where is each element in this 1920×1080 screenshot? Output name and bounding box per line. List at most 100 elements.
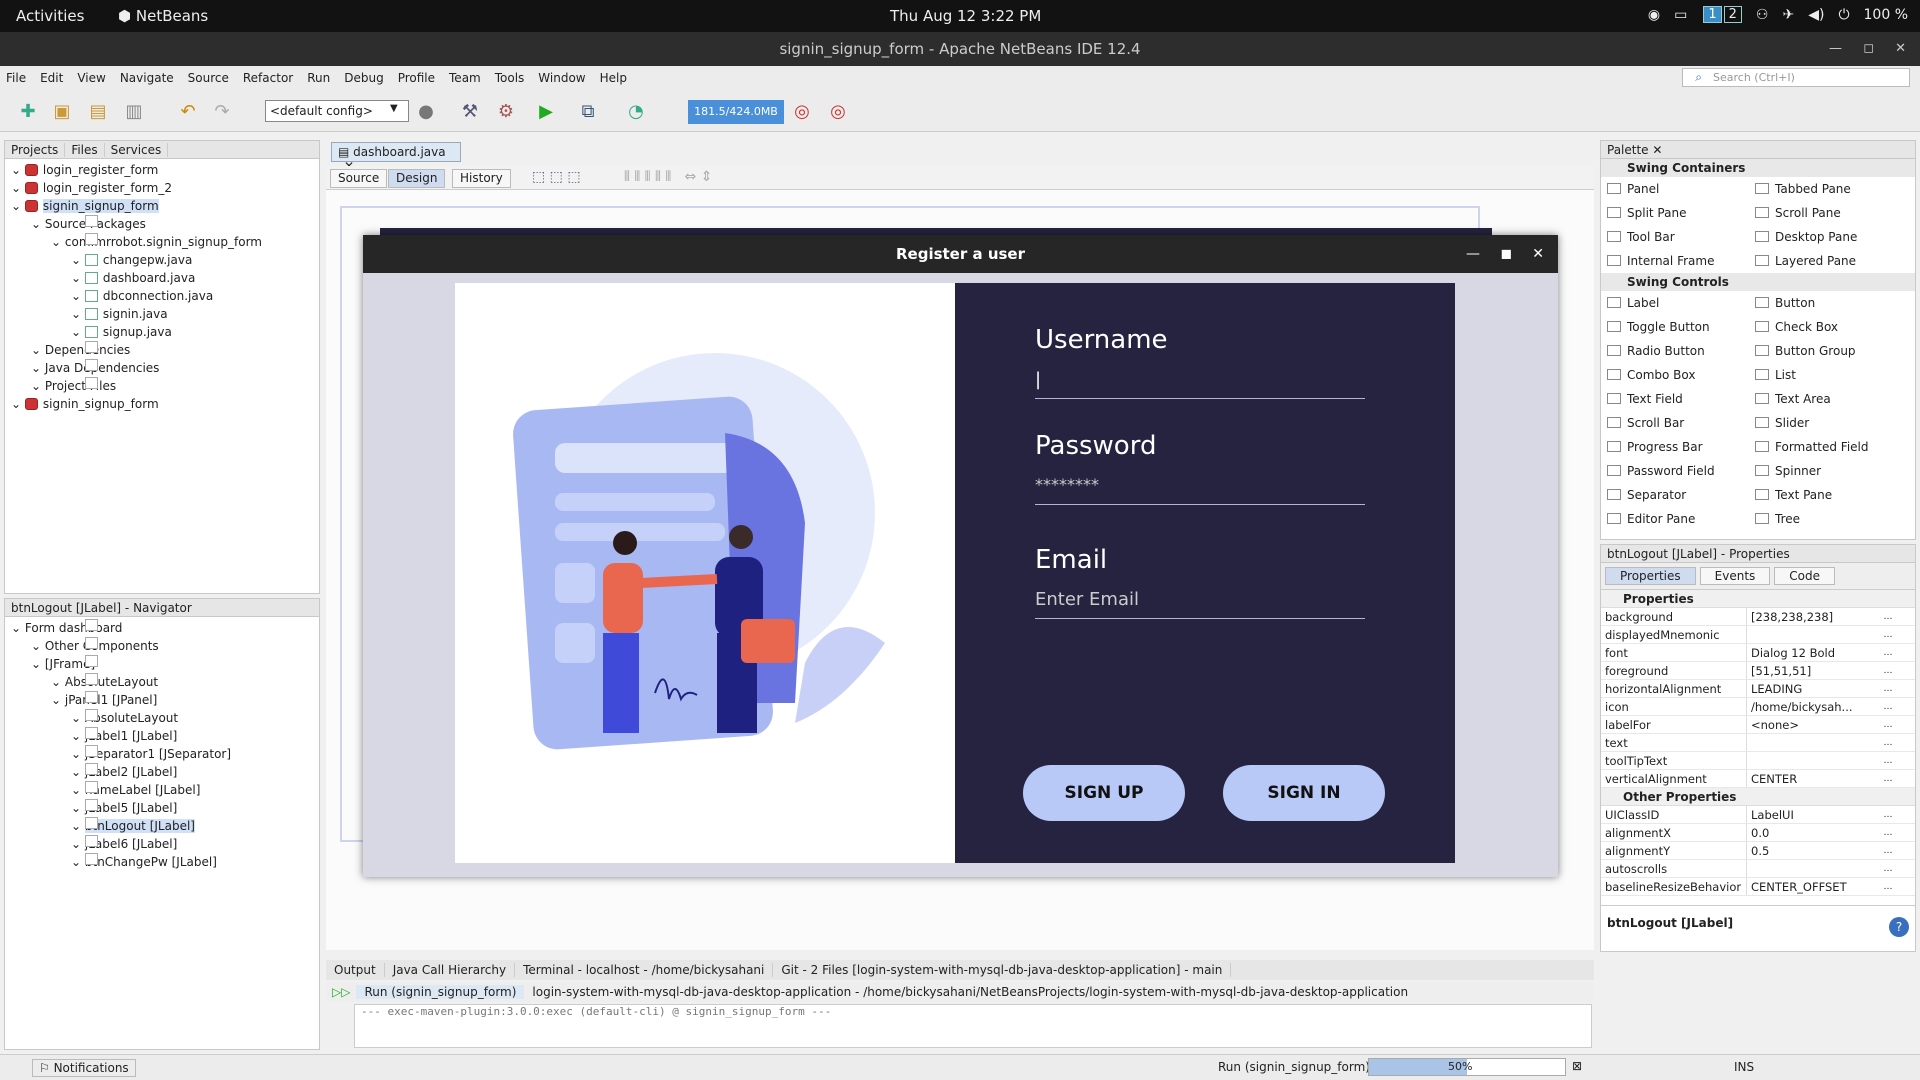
tree-item[interactable]: ⌄ jLabel5 [JLabel]	[11, 799, 319, 817]
chevron-down-icon[interactable]: ▼	[390, 103, 398, 114]
group-swing-containers[interactable]: Swing Containers	[1601, 159, 1915, 177]
undo-icon[interactable]: ↶	[176, 100, 200, 124]
tree-item[interactable]: ⌄ signup.java	[11, 323, 319, 341]
palette-item[interactable]: Scroll Bar	[1607, 411, 1755, 435]
palette-item[interactable]: Toggle Button	[1607, 315, 1755, 339]
expand-toggle-icon[interactable]: ⌄	[71, 819, 85, 833]
menu-navigate[interactable]: Navigate	[120, 71, 174, 85]
debug-icon[interactable]: ⧉	[576, 100, 600, 124]
camera-icon[interactable]: ◉	[1648, 7, 1660, 23]
stop-icon[interactable]: ⊠	[1572, 1059, 1582, 1073]
tree-item[interactable]: ⌄ Source Packages	[11, 215, 319, 233]
notifications-button[interactable]: ⚐ Notifications	[32, 1059, 136, 1077]
expand-toggle-icon[interactable]: ⌄	[71, 765, 85, 779]
tree-item[interactable]: ⌄ jSeparator1 [JSeparator]	[11, 745, 319, 763]
help-icon[interactable]: ?	[1889, 917, 1909, 937]
new-project-icon[interactable]: ▣	[50, 100, 74, 124]
property-value[interactable]: 0.0	[1747, 824, 1881, 841]
palette-item[interactable]: Radio Button	[1607, 339, 1755, 363]
palette-item[interactable]: List	[1755, 363, 1903, 387]
expand-toggle-icon[interactable]: ⌄	[51, 675, 65, 689]
expand-toggle-icon[interactable]: ⌄	[71, 855, 85, 869]
editor-tab-dashboard[interactable]: ▤ dashboard.java ✕	[331, 142, 461, 173]
property-row[interactable]: verticalAlignment CENTER…	[1601, 770, 1915, 788]
edit-ellipsis-icon[interactable]: …	[1881, 698, 1895, 715]
palette-item[interactable]: Button Group	[1755, 339, 1903, 363]
menu-run[interactable]: Run	[307, 71, 330, 85]
menu-team[interactable]: Team	[449, 71, 481, 85]
palette-item[interactable]: Button	[1755, 291, 1903, 315]
menu-refactor[interactable]: Refactor	[243, 71, 293, 85]
expand-toggle-icon[interactable]: ⌄	[31, 639, 45, 653]
palette-item[interactable]: Text Field	[1607, 387, 1755, 411]
palette-item[interactable]: Editor Pane	[1607, 507, 1755, 531]
close-icon[interactable]: ✕	[1532, 235, 1544, 273]
edit-ellipsis-icon[interactable]: …	[1881, 608, 1895, 625]
property-row[interactable]: autoscrolls…	[1601, 860, 1915, 878]
align-icons[interactable]: ⫴ ⫴ ⫴ ⫴ ⫴ ⇔ ⇕	[624, 169, 712, 185]
properties-section[interactable]: Properties	[1601, 590, 1915, 608]
property-row[interactable]: foreground [51,51,51]…	[1601, 662, 1915, 680]
tree-item[interactable]: ⌄ Project Files	[11, 377, 319, 395]
property-row[interactable]: UIClassID LabelUI…	[1601, 806, 1915, 824]
expand-toggle-icon[interactable]: ⌄	[31, 217, 45, 231]
property-value[interactable]	[1747, 860, 1881, 877]
screen-icon[interactable]: ▭	[1674, 7, 1687, 23]
minimize-icon[interactable]: —	[1466, 235, 1480, 273]
tab-code[interactable]: Code	[1774, 567, 1836, 585]
palette-item[interactable]: Spinner	[1755, 459, 1903, 483]
output-console[interactable]: --- exec-maven-plugin:3.0.0:exec (defaul…	[354, 1004, 1592, 1048]
build-icon[interactable]: ⚒	[458, 100, 482, 124]
edit-ellipsis-icon[interactable]: …	[1881, 860, 1895, 877]
menu-view[interactable]: View	[77, 71, 105, 85]
property-value[interactable]: [238,238,238]	[1747, 608, 1881, 625]
edit-ellipsis-icon[interactable]: …	[1881, 662, 1895, 679]
tree-item[interactable]: ⌄ btnChangePw [JLabel]	[11, 853, 319, 871]
expand-toggle-icon[interactable]: ⌄	[71, 801, 85, 815]
property-value[interactable]: 0.5	[1747, 842, 1881, 859]
expand-toggle-icon[interactable]: ⌄	[51, 235, 65, 249]
sign-in-button[interactable]: SIGN IN	[1223, 765, 1385, 821]
tree-item[interactable]: ⌄ btnLogout [JLabel]	[11, 817, 319, 835]
new-file-icon[interactable]: ✚	[16, 100, 40, 124]
palette-item[interactable]: Panel	[1607, 177, 1755, 201]
tab-source[interactable]: Source	[330, 169, 388, 188]
property-value[interactable]	[1747, 626, 1881, 643]
workspace-2[interactable]: 2	[1723, 6, 1742, 23]
edit-ellipsis-icon[interactable]: …	[1881, 734, 1895, 751]
output-tab[interactable]: Output	[326, 963, 385, 977]
palette-item[interactable]: Separator	[1607, 483, 1755, 507]
tab-design[interactable]: Design	[388, 169, 446, 188]
tree-item[interactable]: ⌄ changepw.java	[11, 251, 319, 269]
expand-toggle-icon[interactable]: ⌄	[71, 711, 85, 725]
tab-events[interactable]: Events	[1699, 567, 1771, 585]
expand-toggle-icon[interactable]: ⌄	[71, 307, 85, 321]
property-value[interactable]: /home/bickysah...	[1747, 698, 1881, 715]
palette-item[interactable]: Desktop Pane	[1755, 225, 1903, 249]
output-tab[interactable]: Git - 2 Files [login-system-with-mysql-d…	[773, 963, 1232, 977]
run-tab[interactable]: Run (signin_signup_form)	[356, 985, 525, 999]
expand-toggle-icon[interactable]: ⌄	[11, 199, 25, 213]
palette-item[interactable]: Slider	[1755, 411, 1903, 435]
property-row[interactable]: background [238,238,238]…	[1601, 608, 1915, 626]
tab-history[interactable]: History	[452, 169, 511, 188]
menu-debug[interactable]: Debug	[344, 71, 383, 85]
property-value[interactable]	[1747, 752, 1881, 769]
tree-item[interactable]: ⌄ Dependencies	[11, 341, 319, 359]
expand-toggle-icon[interactable]: ⌄	[31, 379, 45, 393]
expand-toggle-icon[interactable]: ⌄	[71, 253, 85, 267]
close-palette-icon[interactable]: ✕	[1652, 143, 1662, 157]
profile-ide-icon[interactable]: ◎	[826, 100, 850, 124]
tree-item[interactable]: ⌄ Java Dependencies	[11, 359, 319, 377]
maximize-icon[interactable]: ◻	[1863, 32, 1874, 66]
clean-build-icon[interactable]: ⚙	[494, 100, 518, 124]
tab-projects[interactable]: Projects	[5, 142, 66, 157]
property-value[interactable]: CENTER	[1747, 770, 1881, 787]
property-row[interactable]: icon/home/bickysah...…	[1601, 698, 1915, 716]
palette-item[interactable]: Tree	[1755, 507, 1903, 531]
property-row[interactable]: labelFor <none>…	[1601, 716, 1915, 734]
palette-item[interactable]: Combo Box	[1607, 363, 1755, 387]
rerun-icon[interactable]: ▷▷	[332, 985, 350, 999]
workspace-switcher[interactable]: 12	[1701, 6, 1742, 23]
output-tab[interactable]: Java Call Hierarchy	[385, 963, 516, 977]
